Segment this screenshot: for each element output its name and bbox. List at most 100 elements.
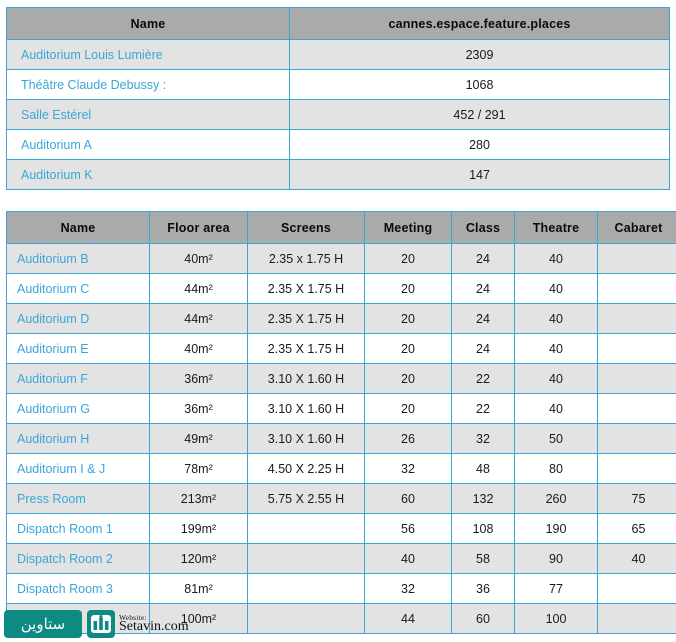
cell-theatre: 40	[514, 243, 598, 274]
cell-screens: 3.10 X 1.60 H	[247, 423, 365, 454]
cell-floor-area: 40m²	[149, 243, 248, 274]
cell-meeting: 20	[364, 333, 452, 364]
cell-cabaret	[597, 453, 676, 484]
table-row: Auditorium C 44m² 2.35 X 1.75 H 20 24 40	[6, 273, 676, 304]
cell-places: 1068	[289, 69, 670, 100]
rooms-table: Name Floor area Screens Meeting Class Th…	[6, 211, 676, 634]
table-row: Salle Estérel 452 / 291	[6, 99, 670, 130]
cell-cabaret	[597, 273, 676, 304]
col-header-cabaret: Cabaret	[597, 211, 676, 244]
table-row: Théâtre Claude Debussy :1068	[6, 69, 670, 100]
cell-floor-area: 36m²	[149, 363, 248, 394]
cell-screens	[247, 513, 365, 544]
cell-cabaret	[597, 423, 676, 454]
places-table-body: Auditorium Louis Lumière 2309 Théâtre Clau…	[6, 39, 670, 190]
table-row: Auditorium H 49m² 3.10 X 1.60 H 26 32 50	[6, 423, 676, 454]
cell-meeting: 20	[364, 303, 452, 334]
cell-name: Auditorium G	[6, 393, 150, 424]
cell-places: 452 / 291	[289, 99, 670, 130]
cell-class: 24	[451, 303, 515, 334]
cell-meeting: 44	[364, 603, 452, 634]
cell-meeting: 60	[364, 483, 452, 514]
cell-class: 48	[451, 453, 515, 484]
cell-screens	[247, 573, 365, 604]
cell-floor-area: 40m²	[149, 333, 248, 364]
col-header-name: Name	[6, 211, 150, 244]
cell-cabaret: 75	[597, 483, 676, 514]
cell-theatre: 50	[514, 423, 598, 454]
cell-screens: 2.35 X 1.75 H	[247, 333, 365, 364]
cell-name	[6, 603, 150, 634]
cell-name: Auditorium F	[6, 363, 150, 394]
cell-theatre: 90	[514, 543, 598, 574]
cell-theatre: 100	[514, 603, 598, 634]
table-row: Auditorium D 44m² 2.35 X 1.75 H 20 24 40	[6, 303, 676, 334]
cell-cabaret: 40	[597, 543, 676, 574]
cell-floor-area: 49m²	[149, 423, 248, 454]
cell-screens: 2.35 X 1.75 H	[247, 303, 365, 334]
cell-name: Dispatch Room 1	[6, 513, 150, 544]
cell-name: Auditorium B	[6, 243, 150, 274]
table-row: Auditorium I & J 78m² 4.50 X 2.25 H 32 48 80	[6, 453, 676, 484]
cell-meeting: 26	[364, 423, 452, 454]
cell-name: Auditorium H	[6, 423, 150, 454]
col-header-places: cannes.espace.feature.places	[289, 7, 670, 40]
rooms-table-body: Auditorium B 40m² 2.35 x 1.75 H 20 24 40 Audit…	[6, 243, 676, 634]
cell-floor-area: 78m²	[149, 453, 248, 484]
cell-theatre: 40	[514, 333, 598, 364]
col-header-theatre: Theatre	[514, 211, 598, 244]
cell-cabaret	[597, 603, 676, 634]
cell-cabaret	[597, 303, 676, 334]
cell-meeting: 20	[364, 243, 452, 274]
cell-floor-area: 36m²	[149, 393, 248, 424]
table-row: Auditorium B 40m² 2.35 x 1.75 H 20 24 40	[6, 243, 676, 274]
cell-meeting: 32	[364, 573, 452, 604]
cell-name: Auditorium C	[6, 273, 150, 304]
table-row: Dispatch Room 1 199m² 56 108 190 65	[6, 513, 676, 544]
places-table-head: Name cannes.espace.feature.places	[6, 7, 670, 40]
table-row: Auditorium E 40m² 2.35 X 1.75 H 20 24 40	[6, 333, 676, 364]
rooms-table-head: Name Floor area Screens Meeting Class Th…	[6, 211, 676, 244]
cell-theatre: 80	[514, 453, 598, 484]
table-row: Dispatch Room 3 81m² 32 36 77	[6, 573, 676, 604]
col-header-name: Name	[6, 7, 290, 40]
cell-cabaret	[597, 573, 676, 604]
table-row: Auditorium G 36m² 3.10 X 1.60 H 20 22 40	[6, 393, 676, 424]
cell-name: Auditorium I & J	[6, 453, 150, 484]
cell-screens: 2.35 X 1.75 H	[247, 273, 365, 304]
cell-floor-area: 100m²	[149, 603, 248, 634]
cell-meeting: 20	[364, 393, 452, 424]
cell-theatre: 77	[514, 573, 598, 604]
cell-screens	[247, 543, 365, 574]
cell-screens: 3.10 X 1.60 H	[247, 393, 365, 424]
cell-name: Dispatch Room 2	[6, 543, 150, 574]
cell-screens: 4.50 X 2.25 H	[247, 453, 365, 484]
cell-places: 280	[289, 129, 670, 160]
cell-theatre: 190	[514, 513, 598, 544]
cell-class: 58	[451, 543, 515, 574]
cell-class: 22	[451, 393, 515, 424]
cell-floor-area: 44m²	[149, 303, 248, 334]
cell-name: Théâtre Claude Debussy :	[6, 69, 290, 100]
cell-class: 108	[451, 513, 515, 544]
cell-class: 24	[451, 333, 515, 364]
cell-theatre: 40	[514, 273, 598, 304]
cell-cabaret	[597, 363, 676, 394]
cell-places: 147	[289, 159, 670, 190]
cell-meeting: 56	[364, 513, 452, 544]
cell-class: 24	[451, 243, 515, 274]
table-header-row: Name cannes.espace.feature.places	[6, 7, 670, 40]
cell-floor-area: 81m²	[149, 573, 248, 604]
cell-class: 22	[451, 363, 515, 394]
cell-cabaret	[597, 393, 676, 424]
table-row: Auditorium K 147	[6, 159, 670, 190]
cell-places: 2309	[289, 39, 670, 70]
cell-meeting: 20	[364, 273, 452, 304]
cell-name: Auditorium E	[6, 333, 150, 364]
cell-screens: 3.10 X 1.60 H	[247, 363, 365, 394]
cell-name: Salle Estérel	[6, 99, 290, 130]
document-page: Name cannes.espace.feature.places Audito…	[0, 0, 676, 642]
cell-class: 132	[451, 483, 515, 514]
cell-cabaret	[597, 333, 676, 364]
table-row: Auditorium F 36m² 3.10 X 1.60 H 20 22 40	[6, 363, 676, 394]
